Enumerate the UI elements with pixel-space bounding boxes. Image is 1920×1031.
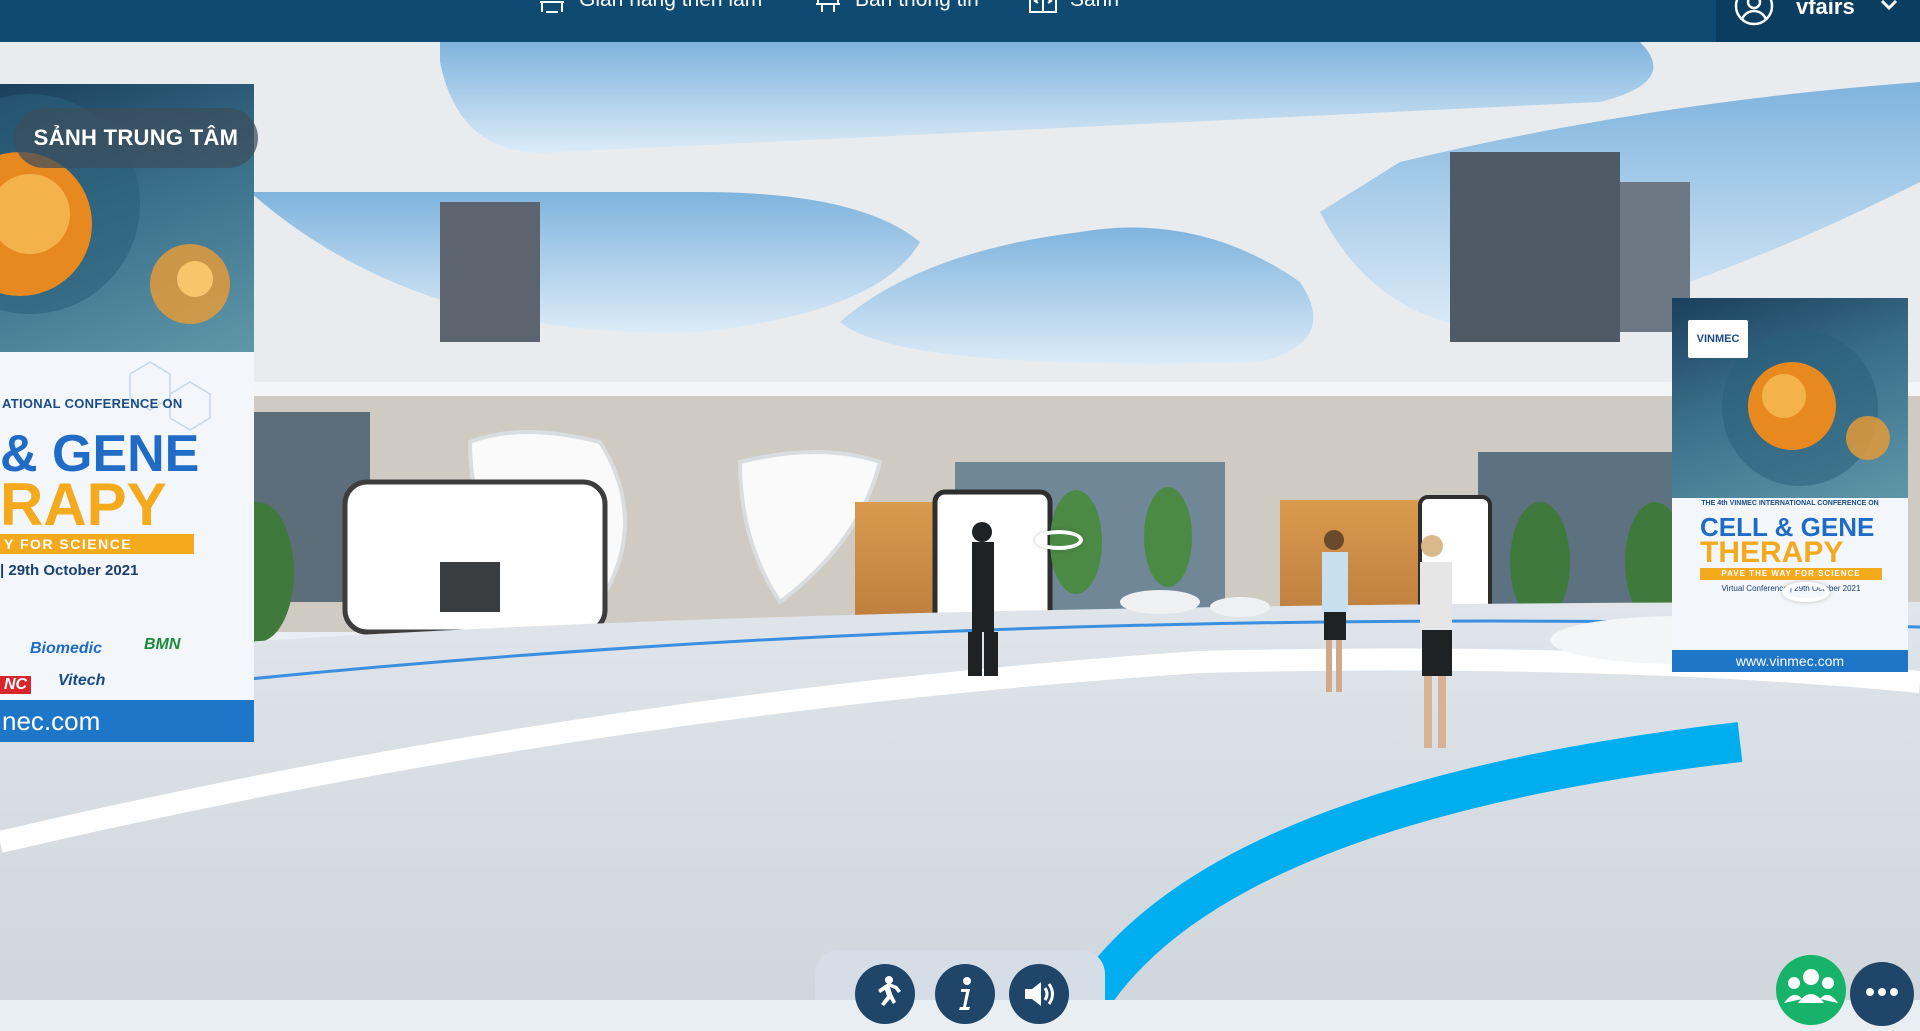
- banner-right-website: www.vinmec.com: [1672, 650, 1908, 672]
- sound-button[interactable]: [1009, 964, 1069, 1024]
- more-button[interactable]: [1850, 962, 1914, 1026]
- lobby-background: [0, 42, 1920, 1000]
- nav-info-label: Bản thông tin: [855, 0, 979, 12]
- people-icon: [1784, 969, 1838, 1003]
- banner-left-date: | 29th October 2021: [0, 562, 139, 579]
- sponsor-logo: Biomedic: [30, 640, 103, 657]
- banner-right-title-line2: THERAPY: [1700, 536, 1844, 569]
- vinmec-logo: VINMEC: [1688, 320, 1748, 358]
- walk-button[interactable]: [855, 964, 915, 1024]
- banner-left-website: nec.com: [0, 700, 254, 742]
- attendees-button[interactable]: [1776, 955, 1846, 1025]
- location-badge: SẢNH TRUNG TÂM: [14, 108, 258, 168]
- info-icon: [959, 977, 971, 1010]
- nav-lobby-label: Sảnh: [1070, 0, 1119, 12]
- sound-icon: [1025, 982, 1054, 1006]
- sponsor-logo: NC: [0, 676, 32, 694]
- top-navigation-bar: Gian hàng triển lãm Bản thông tin Sảnh v…: [0, 0, 1920, 42]
- navigation-hotspot-right[interactable]: [1782, 582, 1830, 602]
- banner-left-heading: ATIONAL CONFERENCE ON: [2, 396, 183, 411]
- sponsor-logo: BMN: [144, 636, 181, 653]
- conference-banner-left[interactable]: ATIONAL CONFERENCE ON & GENE RAPY Y FOR …: [0, 84, 254, 742]
- more-icon: [1866, 988, 1898, 996]
- nav-info-board[interactable]: Bản thông tin: [813, 0, 979, 14]
- virtual-lobby-scene[interactable]: SẢNH TRUNG TÂM ATIONAL CONFERENCE ON & G…: [0, 42, 1920, 1000]
- banner-left-title-line2: RAPY: [0, 471, 167, 538]
- banner-right-tagline: PAVE THE WAY FOR SCIENCE: [1700, 568, 1882, 580]
- nav-exhibition-booths[interactable]: Gian hàng triển lãm: [537, 0, 762, 14]
- banner-left-tagline: Y FOR SCIENCE: [0, 534, 194, 554]
- navigation-hotspot-center[interactable]: [1035, 530, 1083, 550]
- banner-right-heading: THE 4th VINMEC INTERNATIONAL CONFERENCE …: [1701, 500, 1879, 507]
- walk-icon: [878, 976, 901, 1006]
- user-name: vfairs: [1796, 0, 1855, 19]
- conference-banner-right[interactable]: VINMEC THE 4th VINMEC INTERNATIONAL CONF…: [1672, 298, 1908, 672]
- chevron-down-icon: [1880, 0, 1898, 11]
- info-button[interactable]: [935, 964, 995, 1024]
- info-board-icon: [816, 0, 840, 12]
- nav-exhibition-label: Gian hàng triển lãm: [579, 0, 762, 12]
- sponsor-logo: Vitech: [58, 672, 106, 689]
- user-menu[interactable]: vfairs: [1716, 0, 1920, 42]
- booth-icon: [540, 1, 564, 13]
- lobby-door-icon: [1029, 0, 1057, 13]
- user-avatar-icon: [1734, 0, 1774, 26]
- nav-lobby[interactable]: Sảnh: [1028, 0, 1119, 14]
